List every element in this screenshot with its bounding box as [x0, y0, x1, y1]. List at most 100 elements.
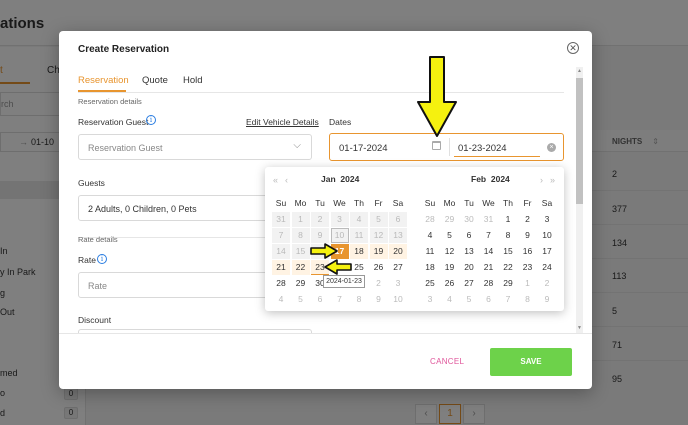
day-cell[interactable]: 5 — [369, 212, 388, 227]
day-cell[interactable]: 23 — [519, 260, 537, 275]
day-cell[interactable]: 9 — [538, 292, 556, 307]
day-cell[interactable]: 28 — [480, 276, 498, 291]
day-cell[interactable]: 27 — [389, 260, 407, 275]
day-cell[interactable]: 20 — [460, 260, 478, 275]
tab-reservation[interactable]: Reservation — [78, 75, 129, 86]
info-icon[interactable]: i — [146, 115, 156, 125]
next-month-icon[interactable]: › — [540, 175, 543, 185]
day-cell[interactable]: 26 — [441, 276, 459, 291]
day-cell[interactable]: 22 — [291, 260, 310, 275]
day-cell[interactable]: 15 — [291, 244, 310, 259]
day-cell[interactable]: 29 — [441, 212, 459, 227]
day-cell[interactable]: 1 — [291, 212, 310, 227]
edit-vehicle-details-link[interactable]: Edit Vehicle Details — [246, 117, 319, 127]
day-cell[interactable]: 15 — [499, 244, 517, 259]
day-cell[interactable]: 20 — [389, 244, 407, 259]
scroll-up-icon[interactable]: ▲ — [576, 68, 583, 74]
day-cell[interactable]: 25 — [421, 276, 439, 291]
scrollbar-thumb[interactable] — [576, 78, 583, 204]
day-cell[interactable]: 18 — [421, 260, 439, 275]
start-date-input[interactable]: 01-17-2024 — [339, 143, 388, 154]
day-cell[interactable]: 3 — [538, 212, 556, 227]
next-year-icon[interactable]: » — [550, 175, 555, 185]
day-cell[interactable]: 16 — [519, 244, 537, 259]
day-cell[interactable]: 17 — [538, 244, 556, 259]
day-cell[interactable]: 4 — [441, 292, 459, 307]
prev-month-icon[interactable]: ‹ — [285, 175, 288, 185]
day-cell[interactable]: 8 — [519, 292, 537, 307]
day-cell[interactable]: 21 — [480, 260, 498, 275]
day-cell[interactable]: 10 — [538, 228, 556, 243]
day-cell[interactable]: 11 — [421, 244, 439, 259]
weekday-header: Fr — [374, 198, 383, 208]
day-cell[interactable]: 19 — [369, 244, 388, 259]
scroll-down-icon[interactable]: ▼ — [576, 325, 583, 331]
tab-hold[interactable]: Hold — [183, 75, 203, 86]
day-cell[interactable]: 19 — [441, 260, 459, 275]
day-cell[interactable]: 4 — [272, 292, 290, 307]
day-cell[interactable]: 24 — [538, 260, 556, 275]
day-cell[interactable]: 9 — [370, 292, 388, 307]
day-cell[interactable]: 11 — [350, 228, 368, 243]
day-cell[interactable]: 27 — [460, 276, 478, 291]
info-icon[interactable]: i — [97, 254, 107, 264]
day-cell[interactable]: 12 — [369, 228, 388, 243]
day-cell[interactable]: 18 — [350, 244, 368, 259]
day-cell[interactable]: 2 — [519, 212, 537, 227]
day-cell[interactable]: 29 — [292, 276, 310, 291]
day-cell[interactable]: 22 — [499, 260, 517, 275]
day-cell[interactable]: 14 — [480, 244, 498, 259]
tab-quote[interactable]: Quote — [142, 75, 168, 86]
clear-icon[interactable]: × — [547, 143, 556, 152]
day-cell[interactable]: 6 — [389, 212, 407, 227]
day-cell[interactable]: 7 — [480, 228, 498, 243]
day-cell[interactable]: 6 — [311, 292, 329, 307]
day-cell[interactable]: 1 — [519, 276, 537, 291]
prev-year-icon[interactable]: « — [273, 175, 278, 185]
day-cell[interactable]: 4 — [350, 212, 368, 227]
day-cell[interactable]: 3 — [389, 276, 407, 291]
date-separator — [449, 138, 450, 156]
save-button[interactable]: SAVE — [490, 348, 572, 376]
cancel-button[interactable]: CANCEL — [430, 357, 464, 366]
discount-label: Discount — [78, 315, 112, 325]
day-cell[interactable]: 10 — [389, 292, 407, 307]
day-cell[interactable]: 5 — [292, 292, 310, 307]
day-cell[interactable]: 10 — [330, 228, 349, 243]
day-cell[interactable]: 4 — [421, 228, 439, 243]
day-cell[interactable]: 13 — [460, 244, 478, 259]
end-date-input[interactable]: 01-23-2024 — [458, 143, 507, 154]
day-cell[interactable]: 9 — [519, 228, 537, 243]
day-cell[interactable]: 14 — [272, 244, 290, 259]
day-cell[interactable]: 7 — [331, 292, 349, 307]
guest-select[interactable]: Reservation Guest ⌵ — [78, 134, 312, 160]
day-cell[interactable]: 21 — [272, 260, 290, 275]
day-cell[interactable]: 25 — [350, 260, 368, 275]
day-cell[interactable]: 8 — [350, 292, 368, 307]
day-cell[interactable]: 7 — [272, 228, 290, 243]
day-cell[interactable]: 8 — [291, 228, 310, 243]
day-cell[interactable]: 8 — [499, 228, 517, 243]
day-cell[interactable]: 6 — [480, 292, 498, 307]
day-cell[interactable]: 7 — [499, 292, 517, 307]
day-cell[interactable]: 6 — [460, 228, 478, 243]
day-cell[interactable]: 9 — [311, 228, 329, 243]
day-cell[interactable]: 2 — [311, 212, 329, 227]
day-cell[interactable]: 1 — [499, 212, 517, 227]
day-cell[interactable]: 30 — [460, 212, 478, 227]
day-cell[interactable]: 3 — [330, 212, 349, 227]
day-cell[interactable]: 29 — [499, 276, 517, 291]
day-cell[interactable]: 5 — [460, 292, 478, 307]
close-icon[interactable]: ✕ — [567, 42, 579, 54]
day-cell[interactable]: 5 — [441, 228, 459, 243]
day-cell[interactable]: 2 — [538, 276, 556, 291]
day-cell[interactable]: 3 — [421, 292, 439, 307]
day-cell[interactable]: 26 — [370, 260, 388, 275]
day-cell[interactable]: 28 — [421, 212, 439, 227]
day-cell[interactable]: 31 — [272, 212, 290, 227]
day-cell[interactable]: 2 — [370, 276, 388, 291]
day-cell[interactable]: 28 — [272, 276, 290, 291]
day-cell[interactable]: 12 — [441, 244, 459, 259]
day-cell[interactable]: 13 — [389, 228, 407, 243]
day-cell[interactable]: 31 — [480, 212, 498, 227]
